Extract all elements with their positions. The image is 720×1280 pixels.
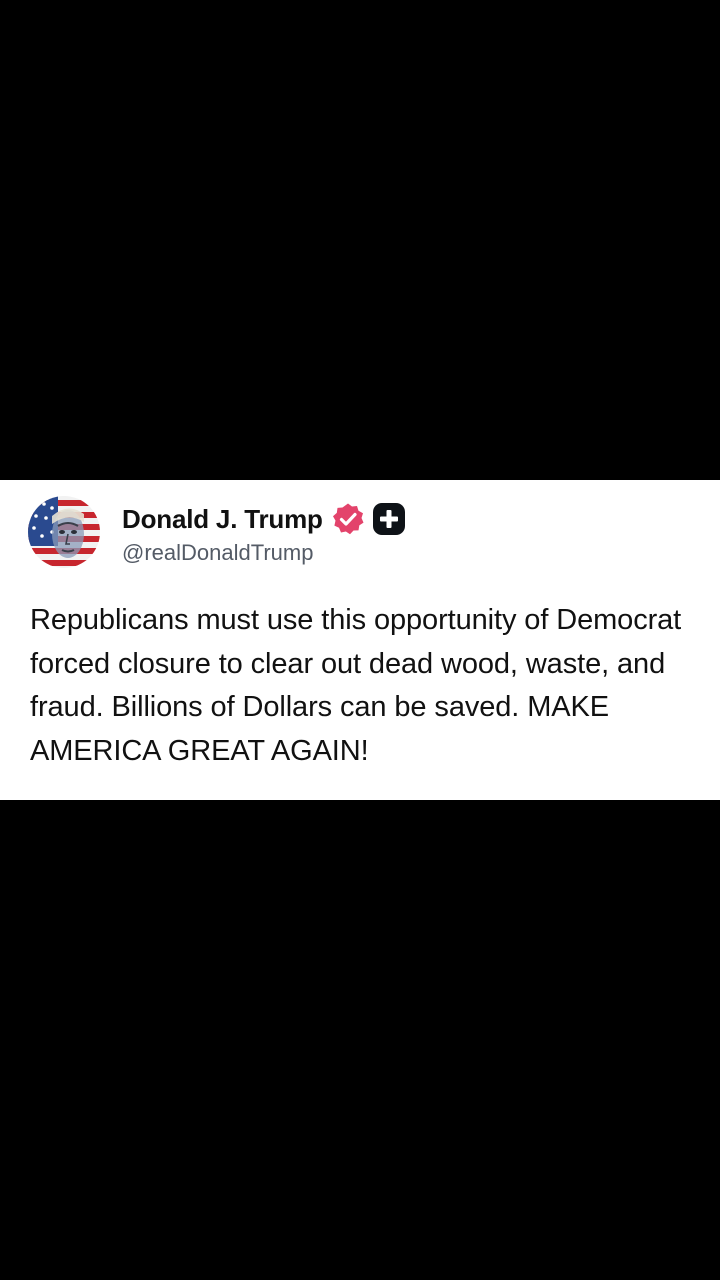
american-flag-portrait-icon (28, 496, 100, 568)
video-frame: Donald J. Trump @realDonaldTrump Republi… (0, 0, 720, 1280)
author-display-name[interactable]: Donald J. Trump (122, 504, 323, 535)
author-handle[interactable]: @realDonaldTrump (122, 540, 313, 566)
plus-badge-icon (372, 503, 405, 535)
author-name-row: Donald J. Trump (122, 500, 405, 538)
avatar[interactable] (28, 496, 100, 568)
verified-badge-icon (331, 502, 365, 536)
post-body-text: Republicans must use this opportunity of… (30, 604, 682, 767)
post-card: Donald J. Trump @realDonaldTrump Republi… (0, 480, 720, 800)
